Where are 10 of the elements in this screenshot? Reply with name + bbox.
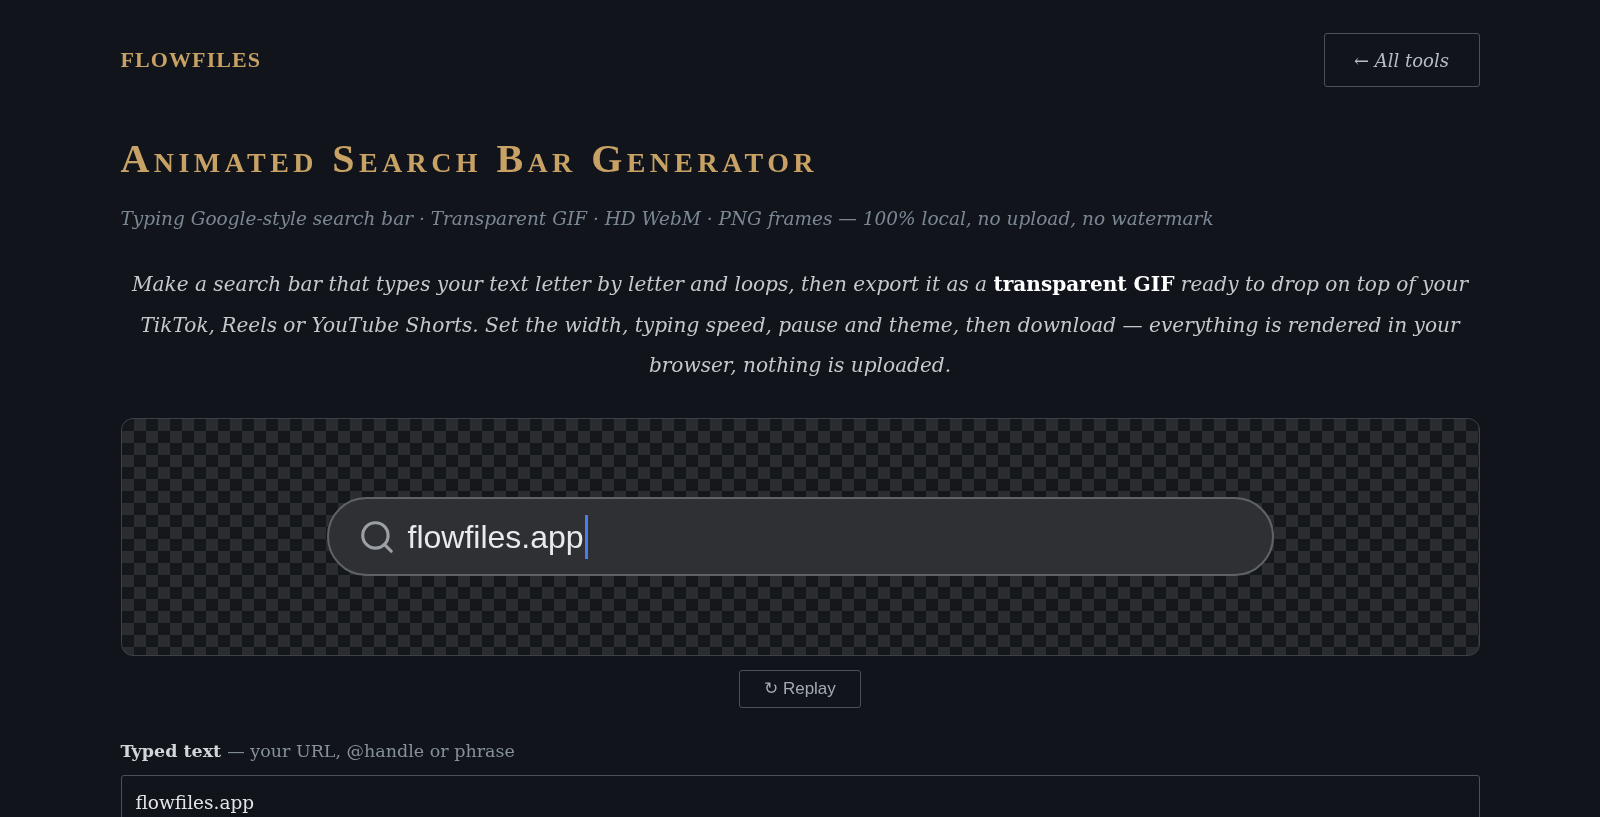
all-tools-button[interactable]: ← All tools [1323,33,1480,87]
page-subtitle: Typing Google-style search bar · Transparent GIF · HD WebM · PNG frames — 100% local, no upload, no watermark [120,207,1214,231]
search-text: flowfiles.app [407,520,584,553]
page-title: Animated Search Bar Generator [120,136,818,182]
intro-paragraph: Make a search bar that types your text letter by letter and loops, then export it as a transparent GIF ready to drop on top of your TikTok, Reels or YouTube Shorts. Set the width, typing speed, pause and theme, then download — everything is rendered in your browser, nothing is uploaded. [130,271,1470,379]
typed-text-field[interactable]: flowfiles.app [120,774,1480,817]
replay-button[interactable]: ↻ Replay [739,669,861,708]
site-logo[interactable]: FLOWFILES [120,49,262,71]
field-label: Typed text [120,739,222,763]
field-hint: — your URL, @handle or phrase [227,739,515,763]
